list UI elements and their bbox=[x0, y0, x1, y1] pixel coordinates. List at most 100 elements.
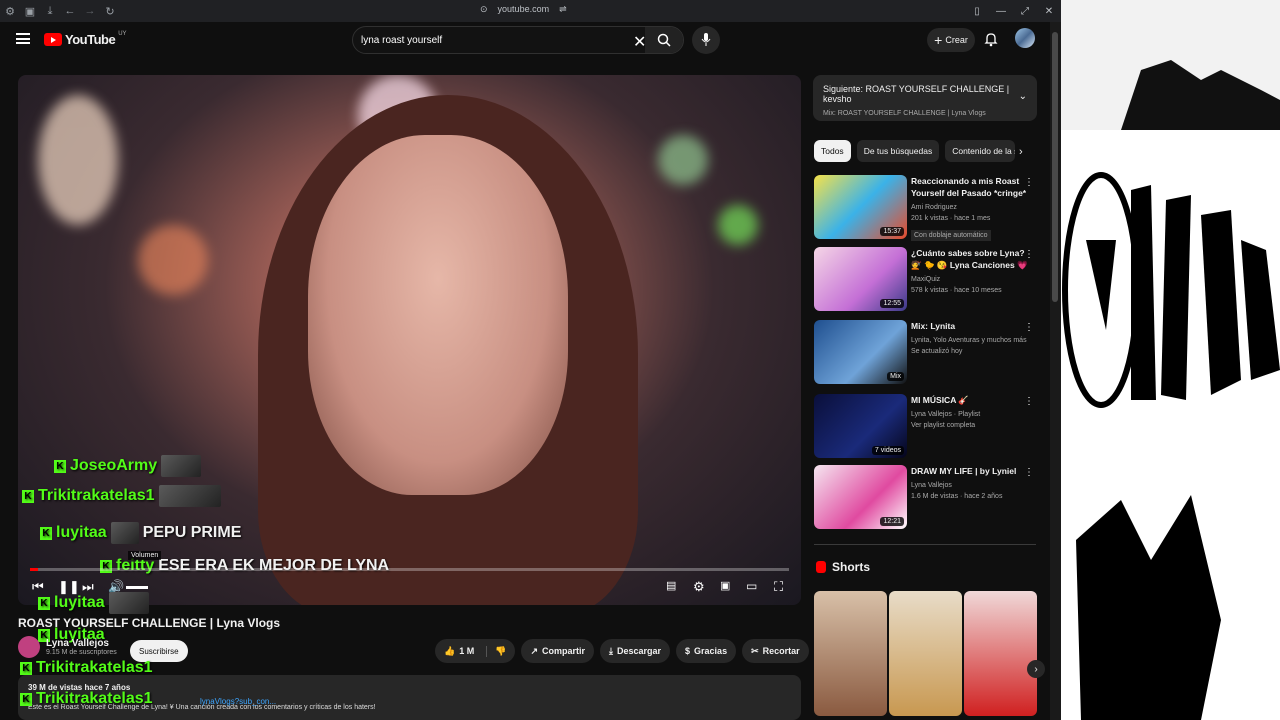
rec-title: DRAW MY LIFE | by Lyniel bbox=[911, 466, 1017, 476]
video-actions: 👍 1 M 👎 ↗ Compartir ⤓ Descargar $ Gracias ✂ Re… bbox=[435, 639, 839, 663]
kick-badge-icon: K bbox=[20, 661, 32, 675]
chevron-right-icon[interactable]: › bbox=[1019, 146, 1023, 158]
split-view-icon[interactable]: ▯ bbox=[965, 0, 989, 22]
video-thumbnail[interactable]: 12:55 bbox=[814, 247, 907, 311]
search-input[interactable] bbox=[361, 34, 631, 46]
chat-user: luyitaa bbox=[56, 524, 107, 541]
chip-from-searches[interactable]: De tus búsquedas bbox=[856, 140, 940, 162]
subscriber-count: 9.15 M de suscriptores bbox=[46, 649, 117, 656]
voice-search-button[interactable] bbox=[692, 26, 720, 54]
more-options-icon[interactable]: ⋮ bbox=[1024, 396, 1034, 407]
subtitles-icon[interactable]: ▤ bbox=[666, 579, 676, 592]
chat-user: Trikitrakatelas1 bbox=[36, 690, 153, 707]
volume-slider[interactable] bbox=[126, 586, 148, 589]
thanks-button[interactable]: $ Gracias bbox=[676, 639, 737, 663]
chat-user: JoseoArmy bbox=[70, 457, 158, 474]
shorts-next-icon[interactable]: › bbox=[1027, 660, 1045, 678]
logo-text: YouTube bbox=[65, 32, 116, 47]
video-thumbnail[interactable]: 12:21 bbox=[814, 465, 907, 529]
maximize-icon[interactable]: ⤢ bbox=[1013, 0, 1037, 22]
thumbs-down-icon[interactable]: 👎 bbox=[486, 645, 506, 657]
recommended-video[interactable]: 12:21 DRAW MY LIFE | by Lyniel Lyna Valle… bbox=[814, 465, 1036, 529]
page-scrollbar[interactable] bbox=[1050, 22, 1061, 720]
settings-icon[interactable]: ⚙ bbox=[693, 579, 705, 595]
minimize-icon[interactable]: — bbox=[989, 0, 1013, 22]
bokeh-light bbox=[38, 95, 118, 225]
emote-image bbox=[108, 592, 149, 614]
video-thumbnail[interactable]: 15:37 bbox=[814, 175, 907, 239]
playlist-thumbnail[interactable]: 7 videos bbox=[814, 394, 907, 458]
black-white-artwork bbox=[1061, 0, 1280, 720]
emote-image bbox=[161, 455, 202, 477]
channel-name[interactable]: Lyna Vallejos bbox=[46, 638, 117, 649]
like-button[interactable]: 👍 1 M 👎 bbox=[435, 639, 516, 663]
duration-badge: 15:37 bbox=[880, 227, 904, 236]
recommended-playlist[interactable]: 7 videos MI MÚSICA 🎸 Lyna Vallejos · Play… bbox=[814, 394, 1036, 458]
external-window bbox=[1061, 0, 1280, 720]
fullscreen-icon[interactable]: ⛶ bbox=[774, 579, 783, 595]
download-button[interactable]: ⤓ Descargar bbox=[600, 639, 671, 663]
chip-all[interactable]: Todos bbox=[814, 140, 851, 162]
address-bar[interactable]: ⊙ youtube.com ⇌ bbox=[480, 4, 567, 15]
video-subject-face bbox=[308, 135, 568, 495]
menu-icon[interactable] bbox=[16, 33, 30, 44]
duration-badge: 12:21 bbox=[880, 517, 904, 526]
rec-meta[interactable]: Ver playlist completa bbox=[911, 420, 1029, 431]
up-next-panel[interactable]: Siguiente: ROAST YOURSELF CHALLENGE | ke… bbox=[813, 75, 1037, 121]
recommended-video[interactable]: Mix Mix: Lynita Lynita, Yolo Aventuras y … bbox=[814, 320, 1036, 384]
youtube-logo[interactable]: YouTube UY bbox=[44, 31, 127, 47]
more-options-icon[interactable]: ⋮ bbox=[1024, 177, 1034, 188]
chip-content[interactable]: Contenido de la ser bbox=[945, 140, 1016, 162]
rec-title: MI MÚSICA 🎸 bbox=[911, 395, 969, 405]
more-options-icon[interactable]: ⋮ bbox=[1024, 322, 1034, 333]
recommended-video[interactable]: 15:37 Reaccionando a mis Roast Yourself … bbox=[814, 175, 1036, 241]
like-count: 1 M bbox=[459, 646, 475, 656]
scrollbar-thumb[interactable] bbox=[1052, 32, 1058, 302]
rec-channel: Lyna Vallejos · Playlist bbox=[911, 411, 981, 418]
account-avatar[interactable] bbox=[1015, 28, 1035, 48]
short-thumbnail[interactable] bbox=[889, 591, 962, 716]
share-button[interactable]: ↗ Compartir bbox=[521, 639, 595, 663]
video-thumbnail[interactable]: Mix bbox=[814, 320, 907, 384]
close-window-icon[interactable]: ✕ bbox=[1037, 0, 1061, 22]
chevron-down-icon[interactable]: ⌄ bbox=[1019, 91, 1027, 102]
clip-button[interactable]: ✂ Recortar bbox=[742, 639, 809, 663]
chat-message: K JoseoArmy bbox=[54, 455, 202, 477]
description-link[interactable]: lynaVlogs?sub_con... bbox=[200, 697, 276, 706]
extensions-icon[interactable]: ⚙ bbox=[0, 0, 20, 22]
theater-mode-icon[interactable]: ▭ bbox=[746, 579, 757, 593]
forward-icon[interactable]: → bbox=[80, 0, 100, 22]
kick-badge-icon: K bbox=[22, 489, 34, 503]
masthead: YouTube UY ✕ +Crear bbox=[0, 22, 1061, 58]
shorts-icon bbox=[816, 561, 826, 573]
back-icon[interactable]: ← bbox=[60, 0, 80, 22]
emote-image bbox=[110, 522, 139, 544]
video-player[interactable]: K JoseoArmy K Trikitrakatelas1 Kluyitaa PEP… bbox=[18, 75, 801, 605]
search-box: ✕ bbox=[352, 26, 684, 54]
filter-chips: Todos De tus búsquedas Contenido de la s… bbox=[814, 140, 1016, 162]
short-thumbnail[interactable] bbox=[964, 591, 1037, 716]
kick-badge-icon: K bbox=[20, 692, 32, 706]
rec-channel: MaxiQuiz bbox=[911, 276, 941, 283]
recommended-video[interactable]: 12:55 ¿Cuánto sabes sobre Lyna? 💇 🐤 😘 Ly… bbox=[814, 247, 1036, 311]
site-info-icon[interactable]: ⊙ bbox=[480, 4, 488, 15]
sidebar-icon[interactable]: ▣ bbox=[20, 0, 40, 22]
bokeh-light bbox=[658, 135, 708, 185]
search-button[interactable] bbox=[645, 27, 683, 53]
browser-titlebar: ⚙ ▣ ⤓ ← → ↻ ⊙ youtube.com ⇌ ▯ — ⤢ ✕ bbox=[0, 0, 1061, 22]
reload-icon[interactable]: ↻ bbox=[100, 0, 120, 22]
chat-message: K Trikitrakatelas1 bbox=[20, 690, 153, 708]
emote-image bbox=[158, 485, 221, 507]
create-button[interactable]: + Crear bbox=[927, 28, 975, 52]
tune-icon[interactable]: ⇌ bbox=[559, 4, 567, 15]
playlist-count-badge: 7 videos bbox=[871, 446, 904, 455]
download-icon[interactable]: ⤓ bbox=[40, 0, 60, 22]
more-options-icon[interactable]: ⋮ bbox=[1024, 249, 1034, 260]
plus-icon: + bbox=[934, 32, 943, 48]
notifications-button[interactable] bbox=[984, 32, 998, 52]
kick-badge-icon: K bbox=[38, 596, 50, 610]
channel-avatar[interactable] bbox=[18, 636, 40, 658]
more-options-icon[interactable]: ⋮ bbox=[1024, 467, 1034, 478]
short-thumbnail[interactable] bbox=[814, 591, 887, 716]
miniplayer-icon[interactable]: ▣ bbox=[720, 579, 730, 592]
